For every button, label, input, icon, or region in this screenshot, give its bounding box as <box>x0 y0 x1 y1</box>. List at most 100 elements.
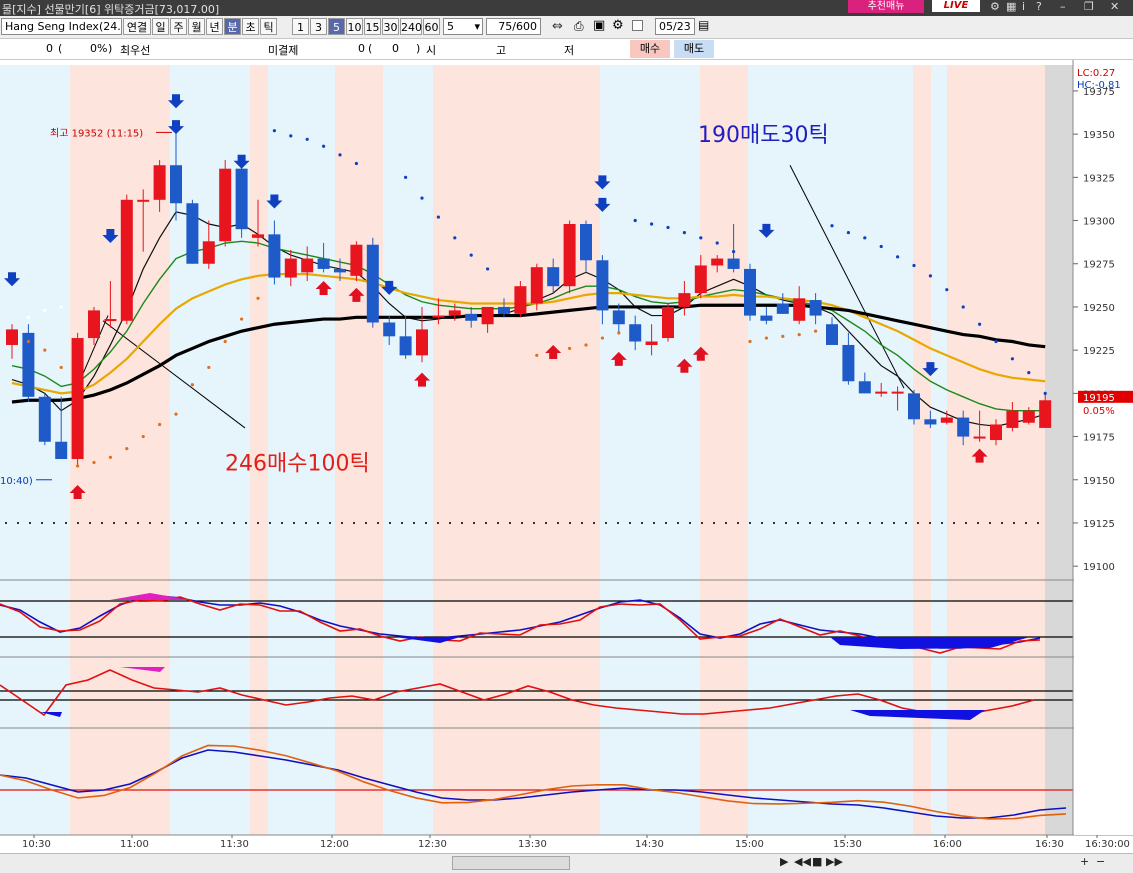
unit-button-1[interactable]: 일 <box>152 18 169 35</box>
candle-body <box>678 293 691 307</box>
interval-button-240[interactable]: 240 <box>400 18 422 35</box>
unfilled-label: 미결제 <box>268 44 299 57</box>
sar-dot <box>896 255 900 259</box>
time-label: 15:30 <box>833 839 862 850</box>
grid-dot <box>197 521 199 524</box>
sar-dot <box>715 241 719 245</box>
zoom-out-icon[interactable]: − <box>1096 855 1105 868</box>
grid-dot <box>449 521 451 524</box>
print-icon[interactable]: ⎙ <box>574 19 584 34</box>
grid-dot <box>293 521 295 524</box>
candle-body <box>990 424 1002 441</box>
sar-dot <box>600 336 605 340</box>
sar-dot <box>863 236 867 240</box>
stop-icon[interactable]: ■ <box>812 855 822 868</box>
info-icon[interactable]: i <box>1022 0 1025 13</box>
interval-button-3[interactable]: 3 <box>310 18 327 35</box>
candle-body <box>842 344 855 382</box>
interval-button-15[interactable]: 15 <box>364 18 381 35</box>
sar-dot <box>108 455 112 459</box>
lc-label: LC:0.27 <box>1077 68 1115 79</box>
grid-dot <box>233 521 235 524</box>
live-badge[interactable]: LIVE <box>932 0 980 12</box>
unit-button-3[interactable]: 월 <box>188 18 205 35</box>
grid-dot <box>857 521 859 524</box>
unit-button-6[interactable]: 초 <box>242 18 259 35</box>
session-band <box>931 65 947 835</box>
candle-body <box>416 329 428 356</box>
session-band <box>748 65 913 835</box>
expand-icon[interactable]: ⇔ <box>552 19 563 34</box>
unit-button-4[interactable]: 년 <box>206 18 223 35</box>
zoom-in-icon[interactable]: + <box>1080 855 1089 868</box>
interval-button-30[interactable]: 30 <box>382 18 399 35</box>
count-total: /600 <box>512 20 537 33</box>
scroll-thumb[interactable] <box>452 856 570 870</box>
sar-dot <box>256 296 260 300</box>
gear-icon[interactable]: ⚙ <box>990 0 1000 13</box>
question-icon[interactable]: ? <box>1036 0 1042 13</box>
save-icon[interactable]: ▣ <box>593 18 605 33</box>
grid-dot <box>869 521 871 524</box>
chart-toolbar: Hang Seng Index(24.0 연결 일 주 월 년 분 초 틱 1 3 5 10 15 30… <box>0 16 1133 39</box>
grid-dot <box>425 521 427 524</box>
time-label: 11:30 <box>220 839 249 850</box>
qty-value: 0 <box>46 42 53 55</box>
sar-dot <box>59 305 63 309</box>
close-icon[interactable]: ✕ <box>1110 0 1119 13</box>
unit-button-5[interactable]: 분 <box>224 18 241 35</box>
grid-dot <box>701 521 703 524</box>
sar-dot <box>584 343 588 347</box>
price-tick-label: 19275 <box>1083 260 1115 271</box>
grid-icon[interactable]: ▦ <box>1006 0 1016 13</box>
unfilled-val: 0 <box>392 42 399 55</box>
interval-select[interactable]: 5 ▾ <box>443 18 483 35</box>
grid-dot <box>161 521 163 524</box>
symbol-input[interactable]: Hang Seng Index(24.0 <box>1 18 122 35</box>
unit-button-2[interactable]: 주 <box>170 18 187 35</box>
sell-button[interactable]: 매도 <box>674 40 714 58</box>
grid-dot <box>689 521 691 524</box>
step-forward-icon[interactable]: ▶▶ <box>826 855 843 868</box>
calendar-icon[interactable]: ▤ <box>698 18 709 32</box>
grid-dot <box>761 521 763 524</box>
candle-body <box>973 436 986 439</box>
grid-dot <box>113 521 115 524</box>
buy-button[interactable]: 매수 <box>630 40 670 58</box>
sar-dot <box>682 231 687 235</box>
candle-body <box>202 241 215 264</box>
price-chart[interactable]: 최고 19352 (11:15)10:40)246매수100틱190매도30틱 … <box>0 60 1133 853</box>
interval-button-5[interactable]: 5 <box>328 18 345 35</box>
sar-dot <box>797 332 801 337</box>
time-label: 15:00 <box>735 839 764 850</box>
sar-dot <box>223 339 227 344</box>
unit-button-0[interactable]: 연결 <box>123 18 151 35</box>
recommend-button[interactable]: 추천매뉴 <box>848 0 924 13</box>
count-input[interactable]: 75/600 <box>486 18 541 35</box>
grid-dot <box>557 521 559 524</box>
sell-annotation: 190매도30틱 <box>698 123 829 148</box>
grid-dot <box>929 521 931 524</box>
chart-scrollbar[interactable]: ▶ ◀◀ ■ ▶▶ + − <box>0 853 1133 873</box>
step-back-icon[interactable]: ◀◀ <box>794 855 811 868</box>
interval-button-60[interactable]: 60 <box>423 18 440 35</box>
settings-icon[interactable]: ⚙ <box>612 18 624 33</box>
sar-dot <box>781 334 785 338</box>
grid-dot <box>497 521 499 524</box>
time-label: 12:30 <box>418 839 447 850</box>
date-checkbox[interactable] <box>632 20 643 31</box>
session-band <box>383 65 433 835</box>
unit-button-7[interactable]: 틱 <box>260 18 277 35</box>
interval-button-1[interactable]: 1 <box>292 18 309 35</box>
interval-button-10[interactable]: 10 <box>346 18 363 35</box>
grid-dot <box>917 521 919 524</box>
date-input[interactable]: 05/23 <box>655 18 695 35</box>
restore-icon[interactable]: ❐ <box>1084 0 1094 13</box>
sar-dot <box>535 353 539 357</box>
sar-dot <box>1010 357 1015 361</box>
unfilled-qty: 0 <box>358 42 365 55</box>
minimize-icon[interactable]: – <box>1060 0 1066 13</box>
play-icon[interactable]: ▶ <box>780 855 788 868</box>
candle-body <box>809 300 822 316</box>
candle-body <box>793 298 806 321</box>
